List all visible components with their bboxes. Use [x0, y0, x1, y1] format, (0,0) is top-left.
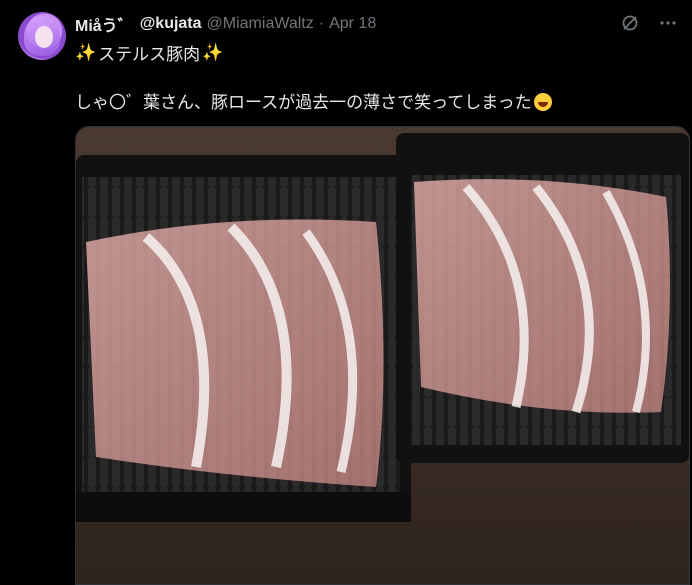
body-text: しゃ〇゛葉さん、豚ロースが過去一の薄さで笑ってしまった: [75, 93, 532, 112]
handle[interactable]: @MiamiaWaltz: [207, 15, 314, 33]
sparkles-icon: ✨: [202, 42, 224, 62]
separator: ·: [318, 15, 325, 32]
laughing-emoji-icon: [533, 93, 552, 111]
tweet-date[interactable]: Apr 18: [329, 15, 376, 33]
title-text: ステルス豚肉: [98, 45, 201, 64]
grok-icon[interactable]: [620, 13, 640, 33]
tweet-title: ✨ ステルス豚肉 ✨: [75, 40, 223, 65]
photo-illustration: [76, 127, 689, 584]
top-icons: [620, 13, 678, 33]
avatar-face: [35, 26, 53, 48]
tweet-body: しゃ〇゛葉さん、豚ロースが過去一の薄さで笑ってしまった: [75, 88, 552, 113]
tweet-photo[interactable]: [75, 126, 690, 585]
tweet-header: Miåう゛ @kujata @MiamiaWaltz · Apr 18: [75, 13, 376, 35]
more-icon[interactable]: [658, 13, 678, 33]
handle-bold[interactable]: @kujata: [140, 15, 202, 33]
display-name[interactable]: Miåう゛: [75, 12, 134, 36]
sparkles-icon: ✨: [75, 42, 97, 62]
avatar[interactable]: [18, 12, 66, 60]
